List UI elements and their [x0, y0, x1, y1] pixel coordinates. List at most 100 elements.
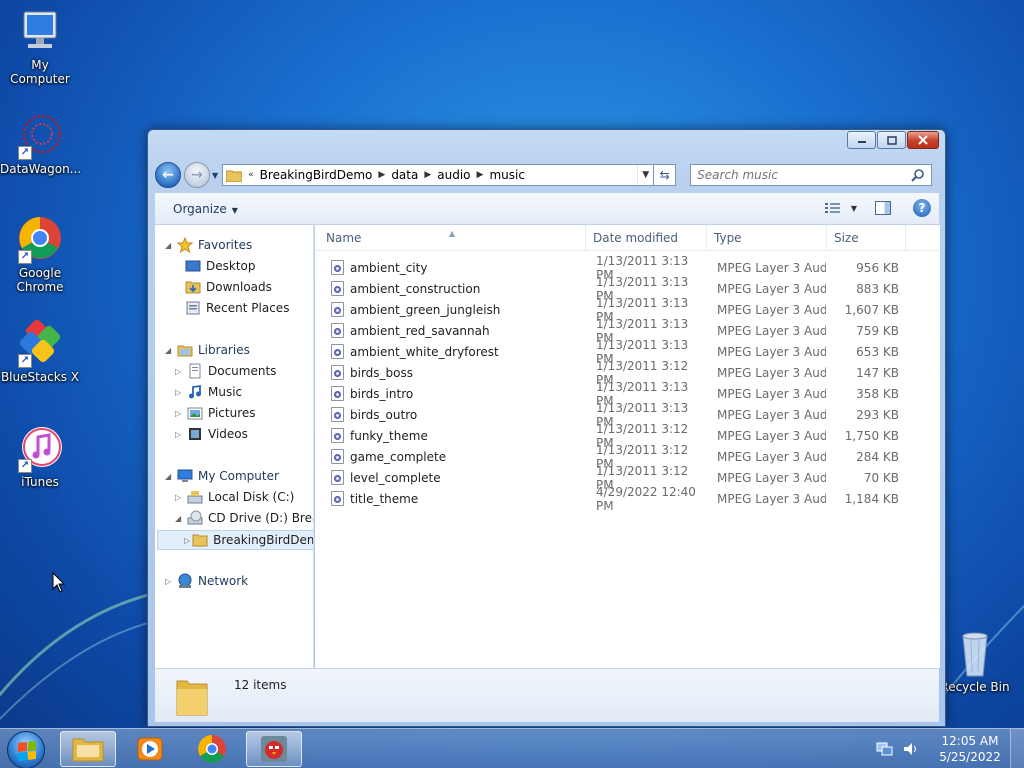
start-button[interactable]: [7, 731, 45, 768]
nav-local-disk[interactable]: ▷ Local Disk (C:): [175, 489, 294, 505]
explorer-window[interactable]: ← → ▼ « BreakingBirdDemo ▶ data ▶ audio …: [147, 129, 946, 727]
nav-cd-drive[interactable]: ◢ CD Drive (D:) Breakir: [175, 510, 313, 526]
back-button[interactable]: ←: [155, 162, 181, 188]
expand-arrow-icon[interactable]: ▷: [175, 367, 185, 376]
mp3-file-icon: [331, 260, 344, 275]
address-bar[interactable]: « BreakingBirdDemo ▶ data ▶ audio ▶ musi…: [222, 164, 655, 186]
nav-documents[interactable]: ▷ Documents: [175, 363, 276, 379]
breadcrumb-data[interactable]: data: [385, 168, 424, 182]
file-type: MPEG Layer 3 Aud...: [717, 344, 826, 359]
search-icon[interactable]: [911, 168, 925, 182]
nav-desktop[interactable]: Desktop: [185, 258, 256, 274]
help-button[interactable]: ?: [913, 199, 931, 217]
expand-arrow-icon[interactable]: ▷: [175, 409, 185, 418]
file-list[interactable]: ▲ Name Date modified Type Size ambient_c…: [315, 225, 940, 668]
file-type: MPEG Layer 3 Aud...: [717, 260, 826, 275]
desktop-icon-my-computer[interactable]: My Computer: [0, 8, 80, 86]
file-name-cell[interactable]: ambient_white_dryforest: [315, 344, 586, 359]
volume-icon[interactable]: [902, 741, 920, 757]
taskbar-explorer[interactable]: [60, 731, 116, 767]
file-name-cell[interactable]: funky_theme: [315, 428, 586, 443]
expand-arrow-icon[interactable]: ▷: [175, 388, 185, 397]
organize-button[interactable]: Organize ▼: [155, 202, 256, 216]
file-name-cell[interactable]: ambient_city: [315, 260, 586, 275]
breadcrumb-separator-icon[interactable]: ▶: [424, 170, 431, 180]
expand-arrow-icon[interactable]: ◢: [165, 472, 175, 481]
show-desktop-button[interactable]: [1010, 729, 1024, 768]
nav-favorites[interactable]: ◢ Favorites: [165, 237, 252, 253]
details-view-icon: [824, 203, 840, 213]
nav-downloads[interactable]: Downloads: [185, 279, 272, 295]
change-view-button[interactable]: ▼: [824, 202, 857, 214]
nav-breakingbirddemo[interactable]: ▷ BreakingBirdDemo: [157, 530, 313, 550]
chevron-down-icon[interactable]: ▼: [851, 204, 857, 213]
address-dropdown-icon[interactable]: ▼: [637, 165, 653, 185]
expand-arrow-icon[interactable]: ◢: [165, 346, 175, 355]
network-status-icon[interactable]: [876, 741, 894, 757]
maximize-button[interactable]: [877, 131, 906, 149]
expand-arrow-icon[interactable]: ▷: [184, 536, 190, 545]
network-icon: [178, 573, 192, 588]
file-size: 653 KB: [856, 344, 899, 359]
desktop-icon-bluestacks[interactable]: ↗ BlueStacks X: [0, 319, 80, 384]
expand-arrow-icon[interactable]: ▷: [165, 577, 175, 586]
file-name: title_theme: [350, 491, 419, 506]
expand-arrow-icon[interactable]: ◢: [165, 241, 175, 250]
close-button[interactable]: [907, 131, 939, 149]
expand-arrow-icon[interactable]: ▷: [175, 493, 185, 502]
column-size[interactable]: Size: [827, 225, 906, 251]
breadcrumb-music[interactable]: music: [483, 168, 530, 182]
nav-label: Pictures: [208, 406, 256, 420]
file-name-cell[interactable]: level_complete: [315, 470, 586, 485]
desktop-icon-recycle-bin[interactable]: Recycle Bin: [935, 630, 1015, 694]
file-name-cell[interactable]: ambient_green_jungleish: [315, 302, 586, 317]
breadcrumb-separator-icon[interactable]: ▶: [378, 170, 385, 180]
details-pane: 12 items: [155, 668, 939, 722]
file-name-cell[interactable]: birds_outro: [315, 407, 586, 422]
nav-recent-places[interactable]: Recent Places: [185, 300, 289, 316]
file-name-cell[interactable]: ambient_construction: [315, 281, 586, 296]
file-name-cell[interactable]: birds_intro: [315, 386, 586, 401]
mouse-cursor-icon: [52, 572, 66, 593]
expand-arrow-icon[interactable]: ▷: [175, 430, 185, 439]
taskbar-chrome[interactable]: [184, 731, 240, 767]
desktop-icon-itunes[interactable]: ↗ iTunes: [0, 425, 80, 489]
taskbar-angry-birds[interactable]: [246, 731, 302, 767]
minimize-button[interactable]: [847, 131, 876, 149]
file-name-cell[interactable]: game_complete: [315, 449, 586, 464]
search-box[interactable]: [690, 164, 933, 186]
desktop-icon-datawagon[interactable]: ↗ DataWagon...: [0, 112, 81, 176]
navigation-pane[interactable]: ◢ Favorites Desktop Downloads Recent Pla…: [155, 225, 314, 668]
nav-my-computer[interactable]: ◢ My Computer: [165, 468, 279, 484]
file-name: ambient_city: [350, 260, 428, 275]
forward-button[interactable]: →: [184, 162, 210, 188]
file-name-cell[interactable]: title_theme: [315, 491, 586, 506]
recycle-bin-icon: [951, 630, 999, 678]
file-size: 1,184 KB: [844, 491, 899, 506]
column-name[interactable]: ▲ Name: [315, 225, 586, 251]
file-name-cell[interactable]: birds_boss: [315, 365, 586, 380]
sort-ascending-icon: ▲: [449, 229, 456, 238]
search-input[interactable]: [697, 168, 912, 182]
file-name: level_complete: [350, 470, 441, 485]
column-date-modified[interactable]: Date modified: [586, 225, 707, 251]
file-row[interactable]: title_theme 4/29/2022 12:40 PM MPEG Layer …: [315, 485, 910, 513]
desktop-icon-chrome[interactable]: ↗ Google Chrome: [0, 216, 80, 294]
breadcrumb-separator-icon[interactable]: ▶: [477, 170, 484, 180]
clock[interactable]: 12:05 AM 5/25/2022: [930, 733, 1010, 765]
nav-videos[interactable]: ▷ Videos: [175, 426, 248, 442]
breadcrumb-breakingbirddemo[interactable]: BreakingBirdDemo: [254, 168, 379, 182]
nav-libraries[interactable]: ◢ Libraries: [165, 342, 250, 358]
breadcrumb-audio[interactable]: audio: [431, 168, 476, 182]
expand-arrow-icon[interactable]: ◢: [175, 514, 185, 523]
nav-pictures[interactable]: ▷ Pictures: [175, 405, 256, 421]
column-header: ▲ Name Date modified Type Size: [315, 225, 940, 251]
refresh-button[interactable]: ⇆: [654, 164, 677, 186]
nav-network[interactable]: ▷ Network: [165, 573, 248, 589]
taskbar-media-player[interactable]: [122, 731, 178, 767]
nav-music[interactable]: ▷ Music: [175, 384, 242, 400]
preview-pane-button[interactable]: [875, 201, 891, 215]
column-type[interactable]: Type: [707, 225, 827, 251]
recent-pages-dropdown[interactable]: ▼: [212, 171, 218, 180]
file-name-cell[interactable]: ambient_red_savannah: [315, 323, 586, 338]
